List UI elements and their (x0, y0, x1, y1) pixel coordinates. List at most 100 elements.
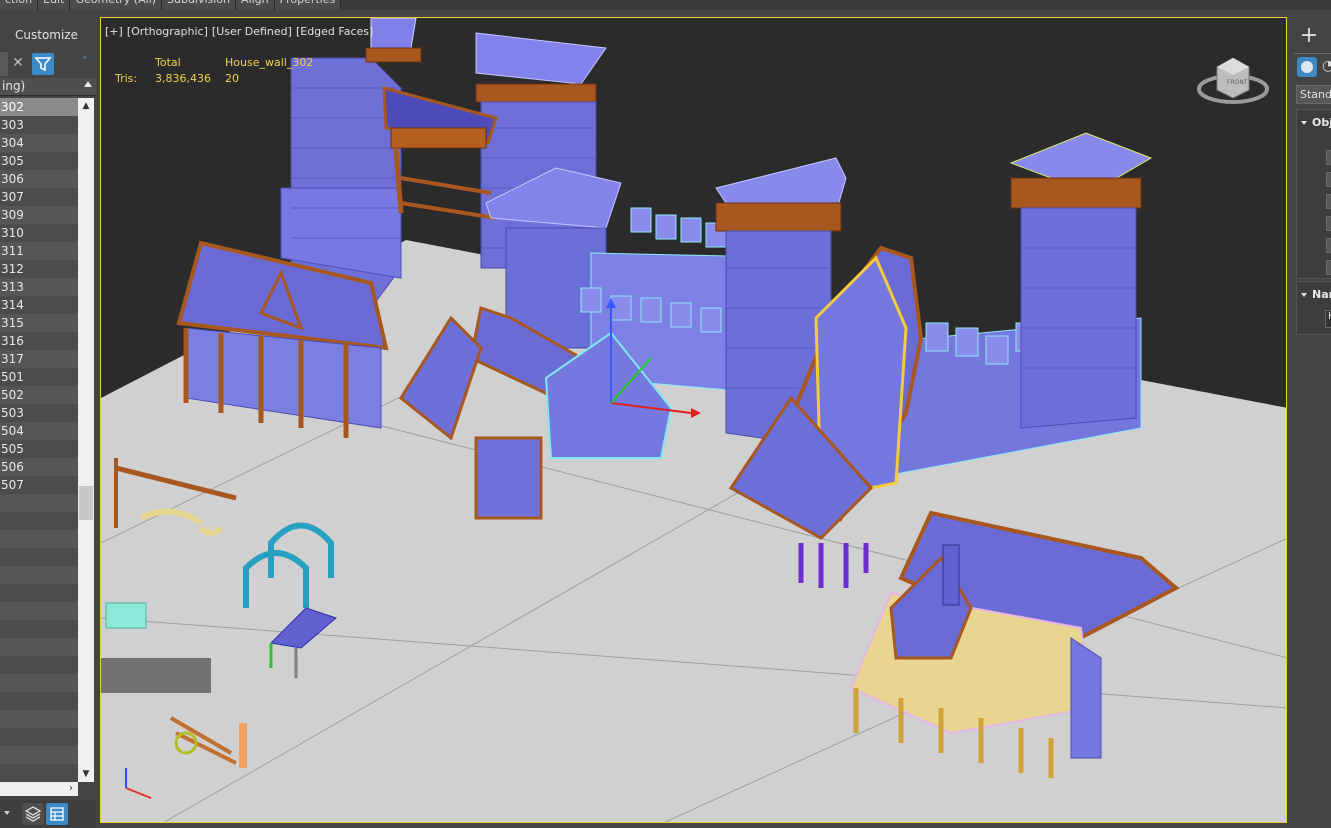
object-type-rollout-header[interactable]: Obj (1301, 116, 1331, 129)
viewcube-icon[interactable]: FRONT (1195, 52, 1271, 108)
object-type-button[interactable] (1326, 216, 1331, 231)
dropdown-caret-icon[interactable] (4, 811, 10, 815)
list-item[interactable]: 503 (0, 404, 78, 422)
object-type-button[interactable] (1326, 260, 1331, 275)
scene-explorer-panel: Customize ✕ » ing) 302 303 304 305 306 307 309… (0, 10, 100, 828)
viewport-label-token[interactable]: [Edged Faces] (296, 25, 373, 38)
list-item[interactable]: 505 (0, 440, 78, 458)
empty-list-row (0, 746, 78, 764)
list-item[interactable]: 504 (0, 422, 78, 440)
stats-object-header: House_wall_302 (225, 56, 314, 69)
object-type-button[interactable] (1326, 238, 1331, 253)
list-item[interactable]: 315 (0, 314, 78, 332)
object-type-button[interactable] (1326, 150, 1331, 165)
scroll-down-icon[interactable]: ▼ (78, 766, 94, 782)
list-item[interactable]: 303 (0, 116, 78, 134)
shapes-category-icon[interactable]: ◔ (1322, 58, 1331, 76)
list-item[interactable]: 506 (0, 458, 78, 476)
stats-overlay: Total House_wall_302 Tris: 3,836,436 20 (115, 56, 315, 88)
empty-list-row (0, 602, 78, 620)
horizontal-scrollbar[interactable]: › (0, 782, 78, 796)
ribbon-tab-label: Align (241, 0, 269, 6)
geometry-category-icon[interactable] (1297, 57, 1317, 77)
list-item[interactable]: 316 (0, 332, 78, 350)
ribbon-tab[interactable]: Subdivision (162, 0, 237, 10)
sort-column-header[interactable]: ing) (0, 78, 96, 96)
list-item[interactable]: 507 (0, 476, 78, 494)
command-panel: + ◔ Standa Obj Nar H (1293, 17, 1331, 828)
list-item[interactable]: 307 (0, 188, 78, 206)
empty-list-row (0, 764, 78, 782)
list-item[interactable]: 302 (0, 98, 78, 116)
ribbon-tab[interactable]: Geometry (All) (70, 0, 163, 10)
ribbon-tab-label: Edit (43, 0, 64, 6)
empty-list-row (0, 530, 78, 548)
list-item[interactable]: 311 (0, 242, 78, 260)
more-options-icon[interactable]: » (82, 52, 96, 76)
panel-divider (1294, 53, 1331, 54)
filter-icon[interactable] (32, 53, 54, 75)
search-field[interactable] (0, 52, 8, 76)
object-type-dropdown[interactable]: Standa (1296, 85, 1331, 104)
stats-total-value: 3,836,436 (155, 72, 211, 85)
viewport-label-token[interactable]: [+] (105, 25, 123, 38)
empty-list-row (0, 548, 78, 566)
ribbon-tab[interactable]: Align (236, 0, 275, 10)
name-rollout-header[interactable]: Nar (1301, 288, 1331, 301)
list-item[interactable]: 314 (0, 296, 78, 314)
stats-total-header: Total (155, 56, 181, 69)
vertical-scrollbar[interactable]: ▲ ▼ (78, 98, 94, 782)
list-item[interactable]: 309 (0, 206, 78, 224)
sort-ascending-icon (84, 81, 92, 87)
explorer-toolbar: ✕ » (0, 52, 100, 76)
empty-list-row (0, 638, 78, 656)
scene-object-list: 302 303 304 305 306 307 309 310 311 312 313 314 315 3… (0, 98, 78, 782)
empty-list-row (0, 512, 78, 530)
empty-list-row (0, 494, 78, 512)
object-name-field[interactable]: H (1325, 310, 1331, 328)
ribbon-tab-label: Subdivision (167, 0, 230, 6)
close-icon[interactable]: ✕ (10, 52, 26, 76)
ribbon-tab[interactable]: Edit (38, 0, 71, 10)
empty-list-row (0, 710, 78, 728)
empty-list-row (0, 584, 78, 602)
list-item[interactable]: 502 (0, 386, 78, 404)
object-type-button[interactable] (1326, 172, 1331, 187)
object-type-button[interactable] (1326, 194, 1331, 209)
list-item[interactable]: 312 (0, 260, 78, 278)
name-and-color-rollout: Nar H (1296, 281, 1331, 335)
ribbon-tab-label: Properties (280, 0, 336, 6)
list-item[interactable]: 310 (0, 224, 78, 242)
ribbon-tab[interactable]: Properties (274, 0, 342, 10)
empty-list-row (0, 728, 78, 746)
ribbon-tab[interactable]: ction (0, 0, 39, 10)
list-item[interactable]: 306 (0, 170, 78, 188)
empty-list-row (0, 656, 78, 674)
scroll-up-icon[interactable]: ▲ (78, 98, 94, 114)
customize-menu[interactable]: Customize (15, 28, 78, 42)
layer-explorer-icon[interactable] (22, 803, 44, 825)
viewport-label-token[interactable]: [Orthographic] (127, 25, 208, 38)
scroll-right-icon[interactable]: › (64, 782, 78, 796)
list-item[interactable]: 305 (0, 152, 78, 170)
stats-tris-label: Tris: (115, 72, 138, 85)
list-item[interactable]: 313 (0, 278, 78, 296)
list-item[interactable]: 304 (0, 134, 78, 152)
perspective-viewport[interactable]: [+] [Orthographic] [User Defined] [Edged Fa… (100, 17, 1287, 823)
viewcube-label: FRONT (1227, 79, 1248, 86)
ribbon-tab-label: ction (5, 0, 32, 6)
stats-object-value: 20 (225, 72, 239, 85)
empty-list-row (0, 620, 78, 638)
empty-list-row (0, 674, 78, 692)
stone-tower-right (1009, 132, 1153, 429)
explorer-bottom-bar (0, 800, 96, 828)
list-item[interactable]: 501 (0, 368, 78, 386)
list-item[interactable]: 317 (0, 350, 78, 368)
scene-canvas[interactable] (101, 18, 1287, 823)
collapse-caret-icon (1301, 293, 1307, 297)
viewport-label-token[interactable]: [User Defined] (212, 25, 292, 38)
scene-explorer-icon[interactable] (46, 803, 68, 825)
scroll-thumb[interactable] (79, 486, 93, 520)
viewport-label-menu[interactable]: [+] [Orthographic] [User Defined] [Edged Fa… (105, 25, 377, 38)
plus-icon[interactable]: + (1297, 25, 1321, 49)
